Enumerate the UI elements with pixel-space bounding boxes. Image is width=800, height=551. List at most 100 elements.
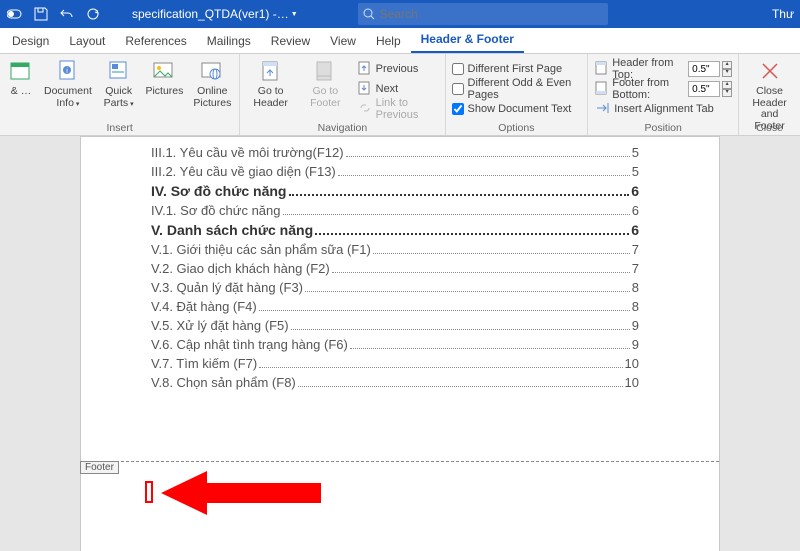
tab-layout[interactable]: Layout (59, 29, 115, 53)
autosave-icon[interactable] (4, 3, 26, 25)
toc-entry[interactable]: V.8. Chọn sản phẩm (F8) 10 (151, 375, 639, 390)
toc-entry[interactable]: III.1. Yêu cầu về môi trường(F12) 5 (151, 145, 639, 160)
spin-down-icon[interactable]: ▾ (722, 69, 732, 77)
toc-entry[interactable]: V.6. Cập nhật tình trạng hàng (F6) 9 (151, 337, 639, 352)
group-navigation: Go to Header Go to Footer Previous Next … (240, 54, 445, 135)
title-caret-icon[interactable]: ▼ (291, 11, 298, 18)
toc-entry[interactable]: V.2. Giao dịch khách hàng (F2) 7 (151, 261, 639, 276)
toc-title: V.4. Đặt hàng (F4) (151, 299, 257, 314)
online-pictures-button[interactable]: Online Pictures (191, 56, 233, 109)
toc-entry[interactable]: III.2. Yêu cầu về giao diện (F13) 5 (151, 164, 639, 179)
pictures-button[interactable]: Pictures (143, 56, 185, 98)
link-previous-button: Link to Previous (356, 100, 439, 118)
toc-leader (338, 175, 630, 176)
tab-mailings[interactable]: Mailings (197, 29, 261, 53)
header-top-spinner[interactable]: ▴▾ (688, 61, 732, 77)
tab-view[interactable]: View (320, 29, 366, 53)
document-info-button[interactable]: i Document Info▾ (42, 56, 94, 109)
tab-design[interactable]: Design (2, 29, 59, 53)
toc-entry[interactable]: IV.1. Sơ đồ chức năng 6 (151, 203, 639, 218)
toc-leader (350, 348, 630, 349)
goto-header-button[interactable]: Go to Header (246, 56, 295, 109)
search-input[interactable] (380, 7, 608, 21)
tab-references[interactable]: References (115, 29, 196, 53)
toc-entry[interactable]: V.4. Đặt hàng (F4) 8 (151, 299, 639, 314)
group-options: Different First Page Different Odd & Eve… (446, 54, 589, 135)
toc-title: V.5. Xử lý đặt hàng (F5) (151, 318, 289, 333)
header-from-top-row: Header from Top: ▴▾ (594, 60, 732, 78)
document-page[interactable]: III.1. Yêu cầu về môi trường(F12) 5 III.2… (80, 136, 720, 551)
spin-up-icon[interactable]: ▴ (722, 81, 732, 89)
toc-entry[interactable]: V.7. Tìm kiếm (F7) 10 (151, 356, 639, 371)
close-icon (757, 58, 783, 84)
spin-up-icon[interactable]: ▴ (722, 61, 732, 69)
toc-leader (289, 194, 630, 196)
toc-leader (346, 156, 630, 157)
toc-page-number: 8 (632, 280, 639, 295)
toc-leader (291, 329, 630, 330)
toc-page-number: 9 (632, 318, 639, 333)
toc-page-number: 6 (631, 222, 639, 238)
toc-title: V.3. Quản lý đặt hàng (F3) (151, 280, 303, 295)
close-header-footer-button[interactable]: Close Header and Footer (745, 56, 794, 132)
document-viewport[interactable]: III.1. Yêu cầu về môi trường(F12) 5 III.2… (0, 136, 800, 551)
group-label: Close (745, 122, 794, 135)
goto-header-icon (258, 58, 284, 84)
toc-entry[interactable]: V.5. Xử lý đặt hàng (F5) 9 (151, 318, 639, 333)
title-bar: specification_QTDA(ver1) -… ▼ Thư (0, 0, 800, 28)
toc-title: V.8. Chọn sản phẩm (F8) (151, 375, 296, 390)
quick-parts-button[interactable]: Quick Parts▾ (100, 56, 138, 109)
group-label: Options (452, 122, 582, 135)
annotation-arrow-icon (161, 469, 321, 517)
toc-entry[interactable]: V.1. Giới thiệu các sản phẩm sữa (F1) 7 (151, 242, 639, 257)
previous-button[interactable]: Previous (356, 60, 439, 78)
toc-title: V.7. Tìm kiếm (F7) (151, 356, 257, 371)
align-tab-icon (596, 101, 610, 118)
toc-page-number: 9 (632, 337, 639, 352)
ribbon: & … i Document Info▾ Quick Parts▾ Pictur… (0, 54, 800, 136)
insert-alignment-tab-button[interactable]: Insert Alignment Tab (594, 100, 732, 118)
picture-icon (151, 58, 177, 84)
next-button[interactable]: Next (356, 80, 439, 98)
toc-leader (332, 272, 630, 273)
doc-info-icon: i (55, 58, 81, 84)
quick-parts-icon (106, 58, 132, 84)
group-position: Header from Top: ▴▾ Footer from Bottom: … (588, 54, 739, 135)
previous-icon (358, 61, 372, 78)
show-document-text-checkbox[interactable]: Show Document Text (452, 100, 582, 118)
toc-entry[interactable]: IV. Sơ đồ chức năng 6 (151, 183, 639, 199)
toc-leader (373, 253, 630, 254)
user-name[interactable]: Thư (772, 7, 800, 21)
title-left (0, 3, 104, 25)
date-time-button[interactable]: & … (6, 56, 36, 98)
toc-page-number: 5 (632, 164, 639, 179)
toc-page-number: 7 (632, 261, 639, 276)
toc-page-number: 10 (625, 356, 639, 371)
toc-title: V.2. Giao dịch khách hàng (F2) (151, 261, 330, 276)
save-icon[interactable] (30, 3, 52, 25)
online-picture-icon (199, 58, 225, 84)
search-box[interactable] (358, 3, 608, 25)
header-top-icon (594, 61, 608, 78)
redo-icon[interactable] (82, 3, 104, 25)
footer-bottom-spinner[interactable]: ▴▾ (688, 81, 732, 97)
footer-from-bottom-row: Footer from Bottom: ▴▾ (594, 80, 732, 98)
next-icon (358, 81, 372, 98)
spin-down-icon[interactable]: ▾ (722, 89, 732, 97)
tab-header-footer[interactable]: Header & Footer (411, 27, 524, 53)
group-close: Close Header and Footer Close (739, 54, 800, 135)
toc-leader (305, 291, 630, 292)
different-odd-even-checkbox[interactable]: Different Odd & Even Pages (452, 80, 582, 98)
toc-page-number: 6 (631, 183, 639, 199)
toc-page-number: 5 (632, 145, 639, 160)
toc-entry[interactable]: V.3. Quản lý đặt hàng (F3) 8 (151, 280, 639, 295)
tab-help[interactable]: Help (366, 29, 411, 53)
toc-title: V. Danh sách chức năng (151, 222, 313, 238)
tab-review[interactable]: Review (261, 29, 320, 53)
different-first-page-checkbox[interactable]: Different First Page (452, 60, 582, 78)
toc-entry[interactable]: V. Danh sách chức năng 6 (151, 222, 639, 238)
toc-page-number: 7 (632, 242, 639, 257)
toc-page-number: 6 (632, 203, 639, 218)
undo-icon[interactable] (56, 3, 78, 25)
toc-title: IV.1. Sơ đồ chức năng (151, 203, 281, 218)
